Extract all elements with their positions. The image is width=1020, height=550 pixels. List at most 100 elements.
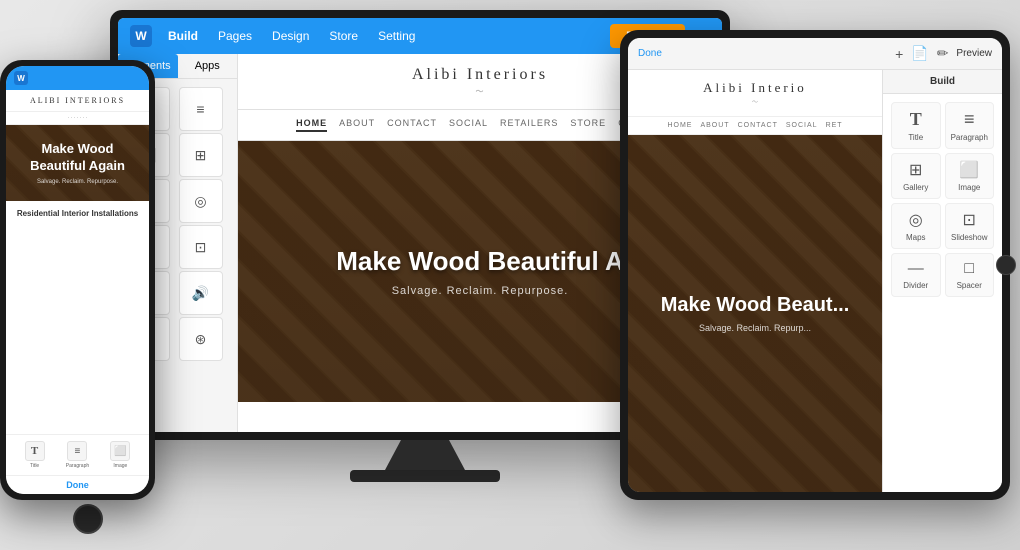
gallery-icon: ⊞: [195, 147, 207, 164]
audio-icon: 🔊: [192, 285, 209, 302]
tablet-website-header: Alibi Interio 〜: [628, 70, 882, 117]
hero-title: Make Wood Beautiful A: [336, 246, 623, 277]
tablet-home-button[interactable]: [996, 255, 1016, 275]
tablet-body: Done + 📄 ✏ Preview Alibi Interio 〜: [620, 30, 1010, 500]
nav-store[interactable]: Store: [329, 29, 358, 43]
panel-divider[interactable]: — Divider: [891, 253, 941, 297]
phone-body: W ALIBI INTERIORS · · · · · · · Make Woo…: [0, 60, 155, 500]
panel-slideshow-label: Slideshow: [951, 233, 987, 242]
panel-gallery[interactable]: ⊞ Gallery: [891, 153, 941, 199]
phone-tool-image[interactable]: ⬜ Image: [110, 441, 130, 469]
hero-subtitle: Salvage. Reclaim. Repurpose.: [392, 285, 569, 297]
edit-icon[interactable]: ✏: [937, 45, 949, 62]
monitor-base: [350, 470, 500, 482]
tablet-website: Alibi Interio 〜 HOME ABOUT CONTACT SOCIA…: [628, 70, 882, 492]
panel-header: Build: [883, 70, 1002, 94]
title-label: Title: [30, 463, 39, 469]
phone-logo: W: [14, 71, 28, 85]
title-icon: T: [25, 441, 45, 461]
panel-slideshow-icon: ⊡: [963, 210, 976, 230]
tablet-device: Done + 📄 ✏ Preview Alibi Interio 〜: [620, 30, 1020, 520]
tablet-nav-social[interactable]: SOCIAL: [786, 122, 818, 129]
website-nav-contact[interactable]: CONTACT: [387, 118, 437, 132]
website-nav-home[interactable]: HOME: [296, 118, 327, 132]
nav-setting[interactable]: Setting: [378, 29, 415, 43]
tablet-done-button[interactable]: Done: [638, 48, 662, 59]
tablet-nav-contact[interactable]: CONTACT: [738, 122, 778, 129]
tablet-logo: Alibi Interio: [638, 80, 872, 96]
widget-element[interactable]: ⊛: [179, 317, 223, 361]
tablet-nav-home[interactable]: HOME: [667, 122, 692, 129]
map-element[interactable]: ◎: [179, 179, 223, 223]
panel-spacer[interactable]: □ Spacer: [945, 253, 995, 297]
panel-gallery-icon: ⊞: [909, 160, 922, 180]
document-icon[interactable]: 📄: [911, 45, 928, 62]
website-nav-social[interactable]: SOCIAL: [449, 118, 488, 132]
weebly-logo: W: [130, 25, 152, 47]
phone-hero: Make Wood Beautiful Again Salvage. Recla…: [6, 125, 149, 201]
panel-image[interactable]: ⬜ Image: [945, 153, 995, 199]
preview-button[interactable]: Preview: [956, 48, 992, 59]
panel-image-label: Image: [958, 183, 980, 192]
tablet-nav-retailers[interactable]: RET: [826, 122, 843, 129]
tablet-content: Alibi Interio 〜 HOME ABOUT CONTACT SOCIA…: [628, 70, 1002, 492]
panel-title[interactable]: T Title: [891, 102, 941, 149]
slideshow-icon: ⊡: [195, 239, 207, 256]
gallery-element[interactable]: ⊞: [179, 133, 223, 177]
phone-logo-text: ALIBI INTERIORS: [12, 96, 143, 105]
panel-image-icon: ⬜: [959, 160, 979, 180]
panel-paragraph[interactable]: ≡ Paragraph: [945, 102, 995, 149]
paragraph-icon: ≡: [196, 101, 204, 117]
tablet-logo-sub: 〜: [638, 97, 872, 106]
mobile-phone: W ALIBI INTERIORS · · · · · · · Make Woo…: [0, 60, 175, 520]
tablet-topbar-actions: + 📄 ✏ Preview: [895, 45, 992, 62]
tablet-build-panel: Build T Title ≡ Paragraph ⊞ Gallery: [882, 70, 1002, 492]
image-icon: ⬜: [110, 441, 130, 461]
website-nav-store[interactable]: STORE: [570, 118, 606, 132]
panel-maps-label: Maps: [906, 233, 926, 242]
slideshow-element[interactable]: ⊡: [179, 225, 223, 269]
phone-done-button[interactable]: Done: [6, 475, 149, 494]
tablet-nav: HOME ABOUT CONTACT SOCIAL RET: [628, 117, 882, 135]
tablet-nav-about[interactable]: ABOUT: [700, 122, 729, 129]
phone-topbar: W: [6, 66, 149, 90]
monitor-stand: [385, 440, 465, 470]
tablet-topbar: Done + 📄 ✏ Preview: [628, 38, 1002, 70]
nav-build[interactable]: Build: [168, 29, 198, 43]
panel-maps-icon: ◎: [909, 210, 923, 230]
phone-tool-title[interactable]: T Title: [25, 441, 45, 469]
panel-divider-icon: —: [908, 260, 924, 278]
tab-apps[interactable]: Apps: [178, 54, 238, 78]
panel-slideshow[interactable]: ⊡ Slideshow: [945, 203, 995, 249]
panel-title-label: Title: [908, 133, 923, 142]
phone-nav-dots: · · · · · · ·: [68, 115, 88, 121]
paragraph-label: Paragraph: [66, 463, 89, 469]
tablet-hero: Make Wood Beaut... Salvage. Reclaim. Rep…: [628, 135, 882, 492]
add-icon[interactable]: +: [895, 46, 903, 62]
phone-website-header: ALIBI INTERIORS: [6, 90, 149, 112]
panel-maps[interactable]: ◎ Maps: [891, 203, 941, 249]
panel-paragraph-icon: ≡: [964, 109, 975, 130]
website-nav-about[interactable]: ABOUT: [339, 118, 375, 132]
paragraph-element[interactable]: ≡: [179, 87, 223, 131]
panel-grid: T Title ≡ Paragraph ⊞ Gallery ⬜: [883, 94, 1002, 305]
panel-gallery-label: Gallery: [903, 183, 928, 192]
phone-section-title: Residential Interior Installations: [14, 209, 141, 218]
nav-design[interactable]: Design: [272, 29, 309, 43]
website-nav-retailers[interactable]: RETAILERS: [500, 118, 558, 132]
panel-title-icon: T: [910, 109, 922, 130]
phone-content: ALIBI INTERIORS · · · · · · · Make Wood …: [6, 90, 149, 434]
phone-nav: · · · · · · ·: [6, 112, 149, 125]
panel-spacer-label: Spacer: [957, 281, 982, 290]
phone-home-button[interactable]: [73, 504, 103, 534]
nav-pages[interactable]: Pages: [218, 29, 252, 43]
phone-tool-paragraph[interactable]: ≡ Paragraph: [66, 441, 89, 469]
phone-hero-subtitle: Salvage. Reclaim. Repurpose.: [16, 179, 139, 185]
tablet-hero-title: Make Wood Beaut...: [661, 294, 850, 317]
image-label: Image: [113, 463, 127, 469]
audio-element[interactable]: 🔊: [179, 271, 223, 315]
phone-hero-title: Make Wood Beautiful Again: [16, 141, 139, 175]
phone-section: Residential Interior Installations: [6, 201, 149, 226]
monitor-nav: Build Pages Design Store Setting: [168, 29, 610, 43]
panel-divider-label: Divider: [903, 281, 928, 290]
